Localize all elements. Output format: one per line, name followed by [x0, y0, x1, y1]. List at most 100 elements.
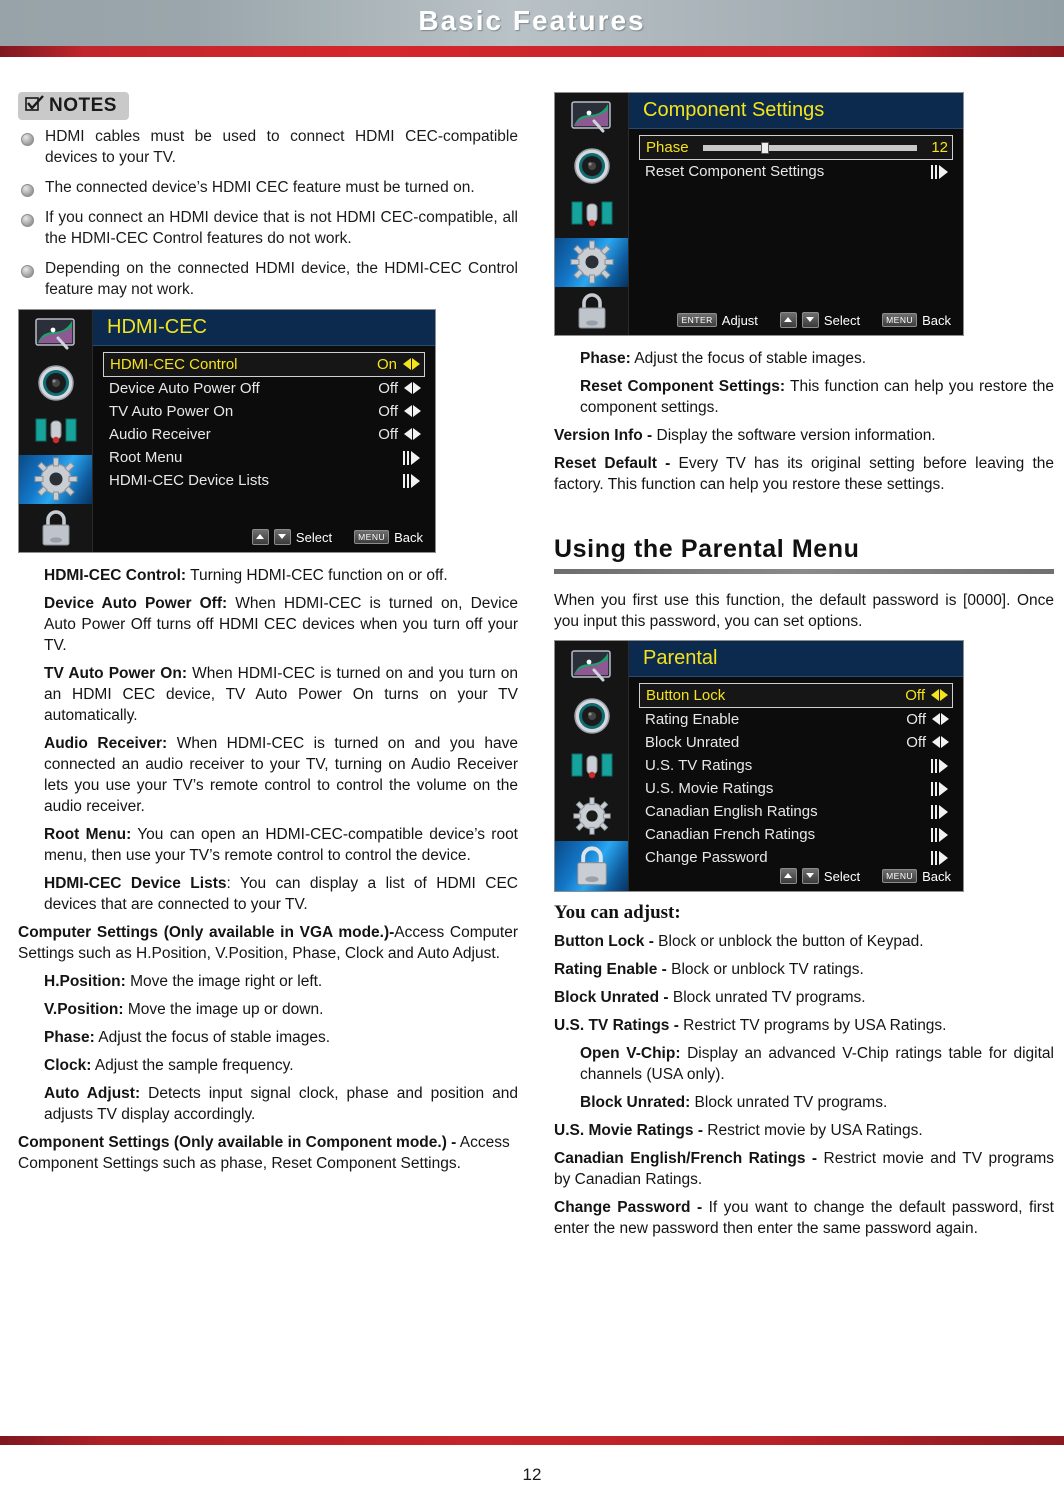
- osd-row-canadian-french-ratings[interactable]: Canadian French Ratings: [639, 823, 953, 846]
- osd-hints: Select MENU Back: [779, 868, 951, 884]
- osd-sidebar[interactable]: [555, 93, 629, 335]
- osd-row-button-lock[interactable]: Button Lock Off: [639, 683, 953, 708]
- sidebar-icon-picture[interactable]: [19, 310, 92, 358]
- osd-sidebar[interactable]: [555, 641, 629, 891]
- hint-label-select: Select: [823, 312, 861, 328]
- osd-row-reset-component-settings[interactable]: Reset Component Settings: [639, 160, 953, 183]
- submenu-arrow-icon[interactable]: [931, 758, 949, 773]
- para-bold: Computer Settings (Only available in VGA…: [18, 924, 395, 941]
- left-right-arrow-icon[interactable]: [404, 405, 421, 418]
- para-bold: HDMI-CEC Device Lists: [44, 875, 227, 892]
- down-key-icon: [801, 312, 819, 328]
- sidebar-icon-lock[interactable]: [555, 287, 628, 335]
- sidebar-icon-lock[interactable]: [19, 504, 92, 552]
- sidebar-icon-lock[interactable]: [555, 841, 628, 891]
- row-value: Off: [378, 403, 398, 420]
- osd-row-change-password[interactable]: Change Password: [639, 846, 953, 869]
- sidebar-icon-gear[interactable]: [19, 455, 92, 504]
- para-text: Restrict TV programs by USA Ratings.: [678, 1017, 947, 1034]
- osd-row-block-unrated[interactable]: Block Unrated Off: [639, 731, 953, 754]
- hint-label-back: Back: [922, 868, 951, 884]
- para-hdmi-cec-device-lists: HDMI-CEC Device Lists: You can display a…: [18, 873, 518, 915]
- osd-row-hdmi-cec-control[interactable]: HDMI-CEC Control On: [103, 352, 425, 377]
- row-label: HDMI-CEC Control: [110, 356, 238, 373]
- bullet-icon: [21, 214, 34, 227]
- osd-hints: Select MENU Back: [251, 529, 423, 545]
- osd-row-tv-auto-power-on[interactable]: TV Auto Power On Off: [103, 400, 425, 423]
- osd-row-list: Phase 12 Reset Component Settings: [629, 129, 963, 183]
- osd-parental[interactable]: Parental Button Lock Off Rating Enable O…: [554, 640, 964, 892]
- osd-sidebar[interactable]: [19, 310, 93, 552]
- submenu-arrow-icon[interactable]: [931, 850, 949, 865]
- menu-key-icon: MENU: [882, 869, 918, 883]
- osd-row-device-auto-power-off[interactable]: Device Auto Power Off Off: [103, 377, 425, 400]
- enter-key-icon: ENTER: [677, 313, 717, 327]
- row-label: Canadian French Ratings: [645, 826, 816, 843]
- osd-row-root-menu[interactable]: Root Menu: [103, 446, 425, 469]
- bullet-icon: [21, 133, 34, 146]
- para-bold: Reset Default -: [554, 455, 671, 472]
- left-right-arrow-icon[interactable]: [932, 713, 949, 726]
- para-reset-default: Reset Default - Every TV has its origina…: [554, 453, 1054, 495]
- para-bold: Phase:: [580, 350, 631, 367]
- sidebar-icon-speaker[interactable]: [555, 141, 628, 189]
- left-right-arrow-icon[interactable]: [932, 736, 949, 749]
- para-audio-receiver: Audio Receiver: When HDMI-CEC is turned …: [18, 733, 518, 817]
- osd-title: Component Settings: [629, 93, 963, 129]
- sidebar-icon-antenna[interactable]: [555, 190, 628, 238]
- submenu-arrow-icon[interactable]: [403, 450, 421, 465]
- submenu-arrow-icon[interactable]: [931, 804, 949, 819]
- osd-hdmi-cec[interactable]: HDMI-CEC HDMI-CEC Control On Device Auto…: [18, 309, 436, 553]
- slider-knob[interactable]: [760, 141, 769, 154]
- sidebar-icon-gear[interactable]: [555, 238, 628, 287]
- left-right-arrow-icon[interactable]: [404, 428, 421, 441]
- para-bold: Reset Component Settings:: [580, 378, 786, 395]
- osd-row-us-tv-ratings[interactable]: U.S. TV Ratings: [639, 754, 953, 777]
- para-open-v-chip: Open V-Chip: Display an advanced V-Chip …: [554, 1043, 1054, 1085]
- para-phase-right: Phase: Adjust the focus of stable images…: [554, 348, 1054, 369]
- row-value: 12: [931, 139, 948, 156]
- left-right-arrow-icon[interactable]: [403, 358, 420, 371]
- page-header: Basic Features: [0, 0, 1064, 46]
- para-auto-adjust: Auto Adjust: Detects input signal clock,…: [18, 1083, 518, 1125]
- osd-row-canadian-english-ratings[interactable]: Canadian English Ratings: [639, 800, 953, 823]
- osd-row-rating-enable[interactable]: Rating Enable Off: [639, 708, 953, 731]
- sidebar-icon-speaker[interactable]: [19, 358, 92, 406]
- sidebar-icon-antenna[interactable]: [555, 741, 628, 791]
- submenu-arrow-icon[interactable]: [931, 164, 949, 179]
- sidebar-icon-picture[interactable]: [555, 93, 628, 141]
- para-device-auto-power-off: Device Auto Power Off: When HDMI-CEC is …: [18, 593, 518, 656]
- phase-slider[interactable]: [702, 141, 918, 154]
- para-bold: Clock:: [44, 1057, 92, 1074]
- you-can-adjust-heading: You can adjust:: [554, 902, 681, 923]
- sidebar-icon-picture[interactable]: [555, 641, 628, 691]
- left-right-arrow-icon[interactable]: [931, 689, 948, 702]
- osd-row-audio-receiver[interactable]: Audio Receiver Off: [103, 423, 425, 446]
- osd-title: HDMI-CEC: [93, 310, 435, 346]
- para-button-lock: Button Lock - Block or unblock the butto…: [554, 931, 1054, 952]
- sidebar-icon-speaker[interactable]: [555, 691, 628, 741]
- para-phase: Phase: Adjust the focus of stable images…: [18, 1027, 518, 1048]
- row-value: Off: [905, 687, 925, 704]
- left-right-arrow-icon[interactable]: [404, 382, 421, 395]
- submenu-arrow-icon[interactable]: [931, 781, 949, 796]
- submenu-arrow-icon[interactable]: [931, 827, 949, 842]
- submenu-arrow-icon[interactable]: [403, 473, 421, 488]
- sidebar-icon-gear[interactable]: [555, 791, 628, 841]
- para-tv-auto-power-on: TV Auto Power On: When HDMI-CEC is turne…: [18, 663, 518, 726]
- osd-row-us-movie-ratings[interactable]: U.S. Movie Ratings: [639, 777, 953, 800]
- header-divider: [0, 46, 1064, 57]
- note-item: HDMI cables must be used to connect HDMI…: [18, 126, 518, 168]
- osd-row-phase[interactable]: Phase 12: [639, 135, 953, 160]
- para-bold: Block Unrated:: [580, 1094, 691, 1111]
- para-text: Block or unblock the button of Keypad.: [653, 933, 924, 950]
- sidebar-icon-antenna[interactable]: [19, 407, 92, 455]
- osd-row-hdmi-cec-device-lists[interactable]: HDMI-CEC Device Lists: [103, 469, 425, 492]
- osd-row-list: HDMI-CEC Control On Device Auto Power Of…: [93, 346, 435, 492]
- para-text: Adjust the focus of stable images.: [630, 350, 867, 367]
- notes-badge: NOTES: [18, 92, 129, 120]
- para-bold: Device Auto Power Off:: [44, 595, 228, 612]
- osd-component-settings[interactable]: Component Settings Phase 12 Reset Compon…: [554, 92, 964, 336]
- row-label: TV Auto Power On: [109, 403, 234, 420]
- left-column: NOTES HDMI cables must be used to connec…: [18, 92, 518, 1181]
